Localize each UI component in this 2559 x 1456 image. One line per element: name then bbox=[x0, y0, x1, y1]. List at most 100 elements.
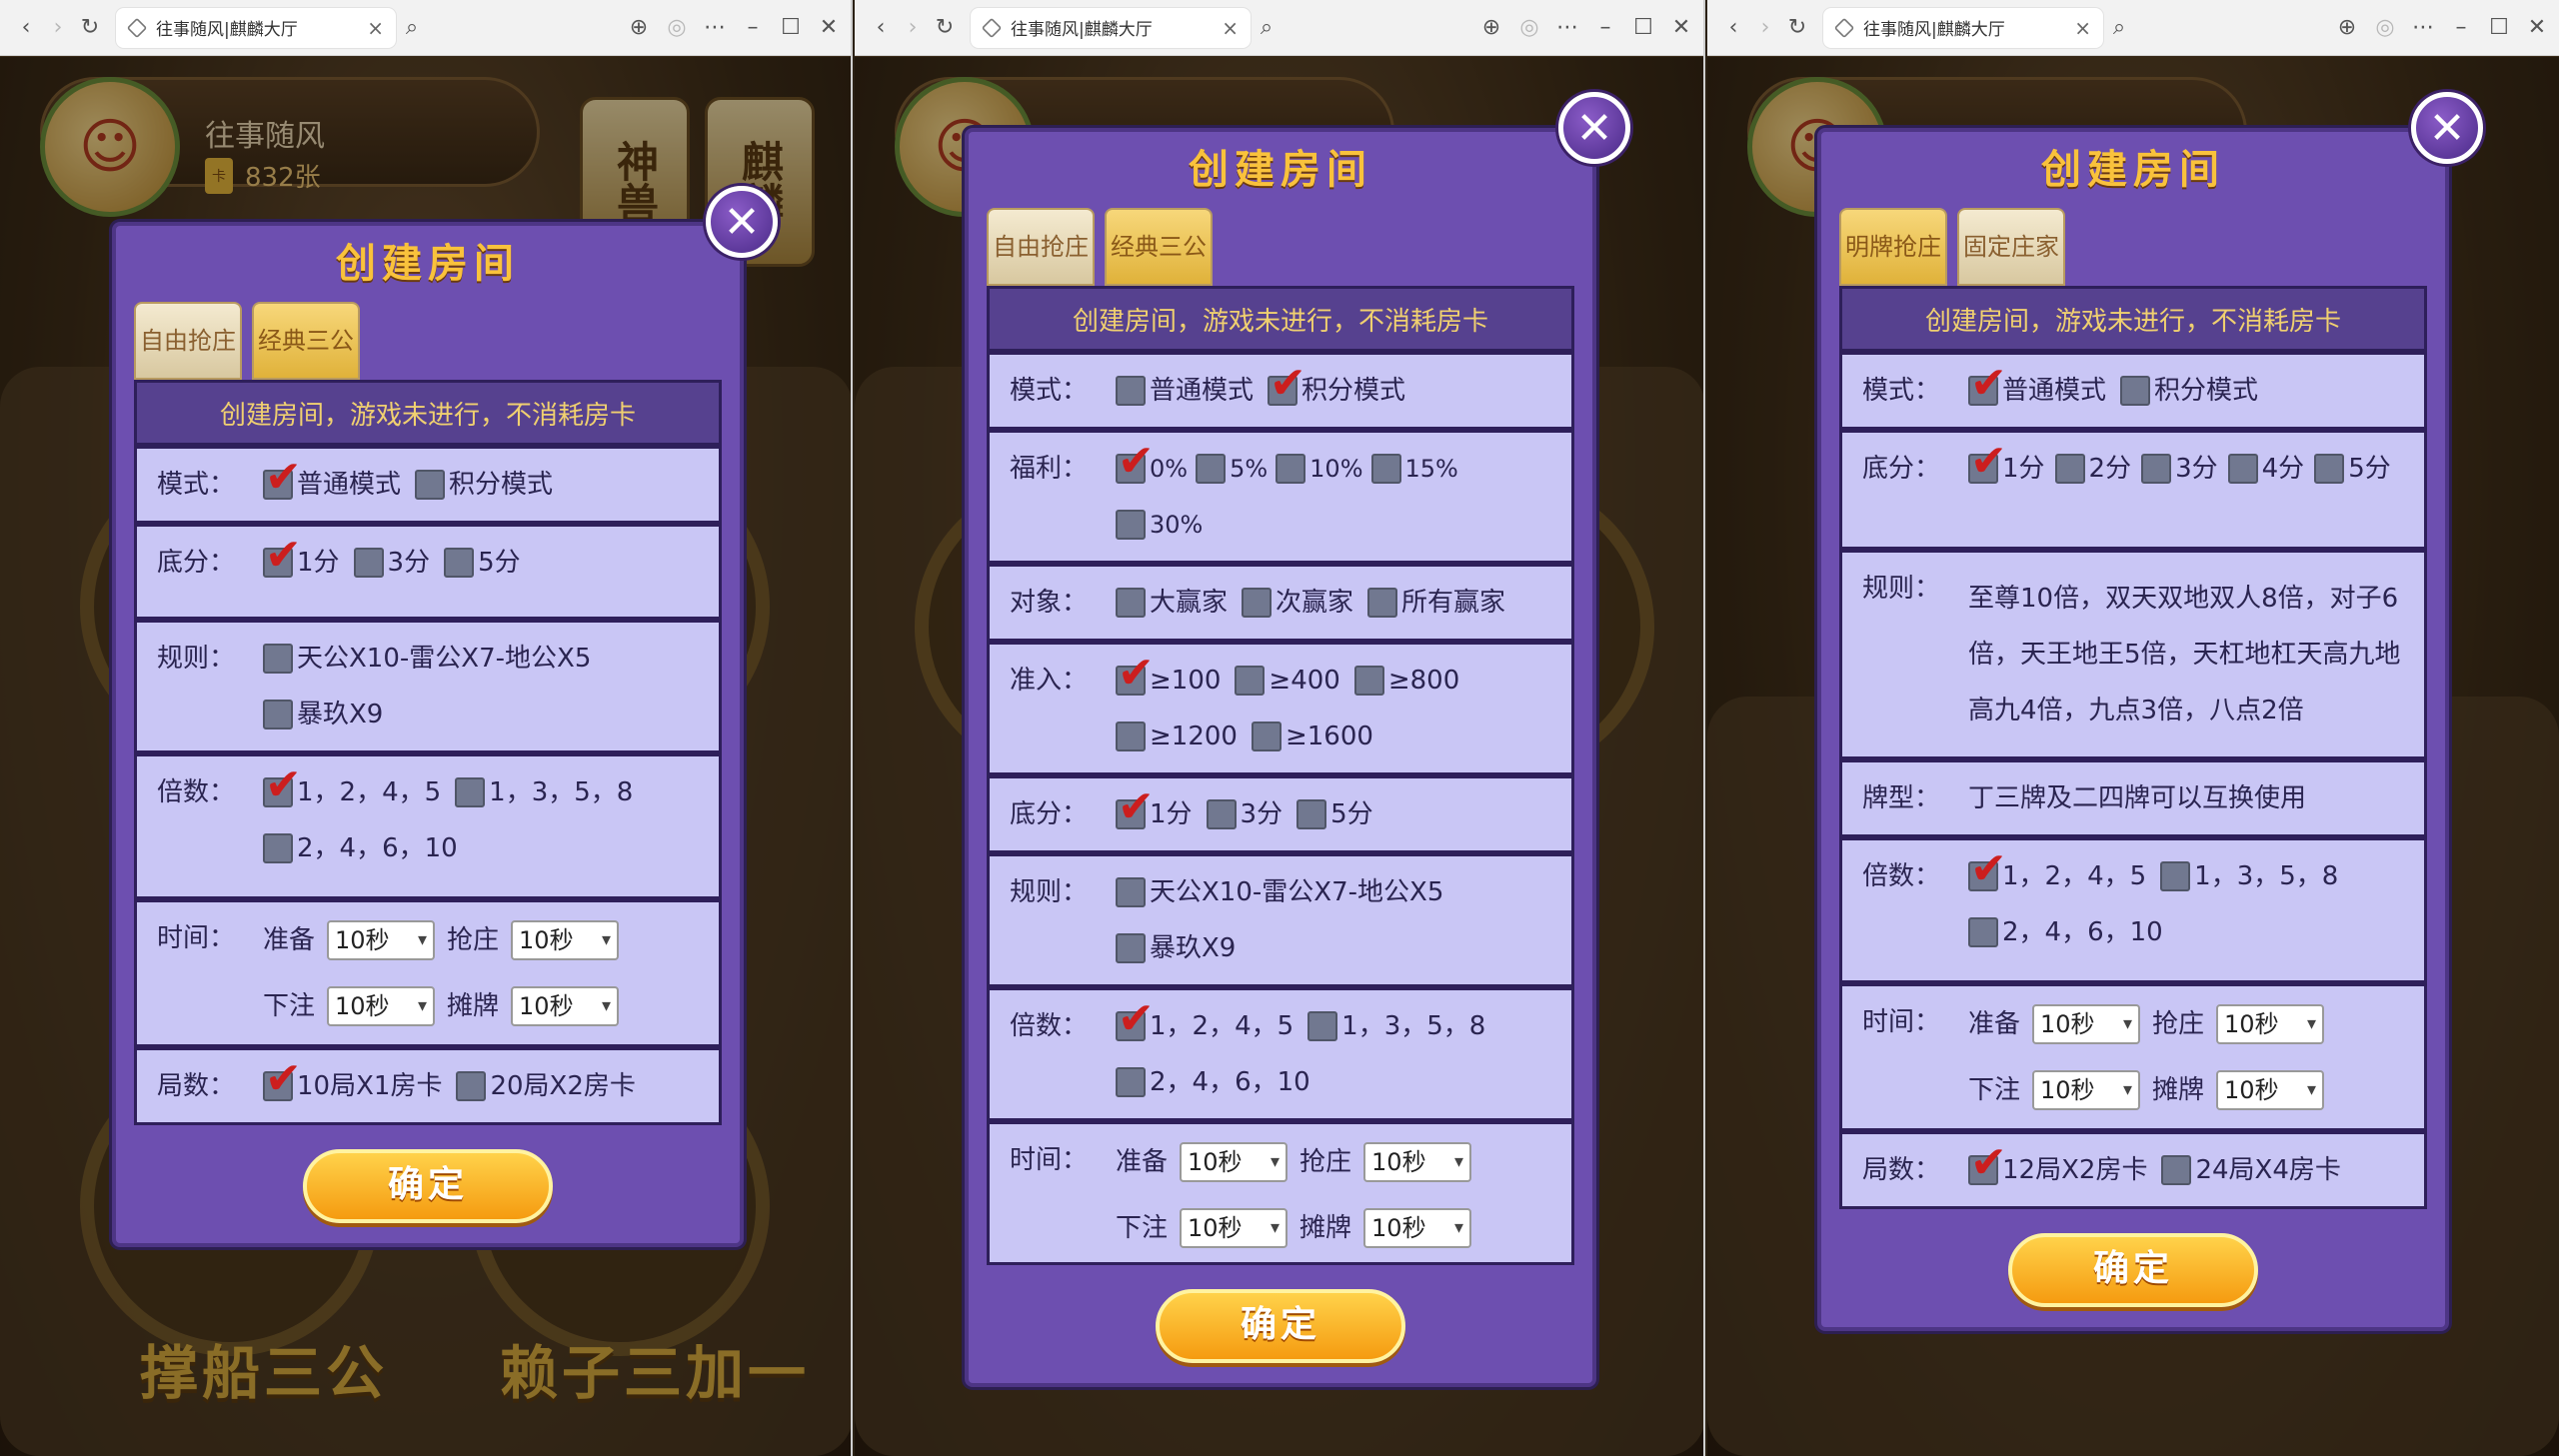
globe-icon[interactable]: ◎ bbox=[1513, 12, 1545, 44]
option-entry-1200[interactable]: ≥1200 bbox=[1116, 719, 1238, 754]
checkbox[interactable] bbox=[1242, 588, 1273, 618]
checkbox[interactable] bbox=[1196, 454, 1227, 484]
option-5[interactable]: 5分 bbox=[1296, 796, 1373, 832]
checkbox-checked[interactable] bbox=[1116, 440, 1155, 484]
checkbox[interactable] bbox=[2314, 454, 2345, 484]
confirm-button[interactable]: 确定 bbox=[303, 1149, 553, 1223]
confirm-button[interactable]: 确定 bbox=[1156, 1289, 1405, 1363]
option-welfare-30[interactable]: 30% bbox=[1116, 507, 1203, 543]
reload-icon[interactable]: ↻ bbox=[1781, 12, 1813, 44]
option-rounds-20[interactable]: 20局X2房卡 bbox=[456, 1068, 636, 1104]
checkbox[interactable] bbox=[353, 548, 384, 578]
checkbox-checked[interactable] bbox=[1968, 440, 2007, 484]
option-mult-2[interactable]: 1，3，5，8 bbox=[1307, 1008, 1485, 1044]
option-normal-mode[interactable]: 普通模式 bbox=[1968, 362, 2106, 409]
maximize-icon[interactable]: ☐ bbox=[1627, 12, 1659, 44]
checkbox[interactable] bbox=[2161, 1155, 2192, 1185]
checkbox[interactable] bbox=[2227, 454, 2258, 484]
bet-time-select[interactable]: 10秒 bbox=[2032, 1070, 2141, 1110]
option-entry-400[interactable]: ≥400 bbox=[1235, 663, 1340, 699]
reload-icon[interactable]: ↻ bbox=[929, 12, 961, 44]
checkbox[interactable] bbox=[1116, 376, 1146, 406]
option-mult-1[interactable]: 1，2，4，5 bbox=[263, 763, 441, 810]
forward-icon[interactable]: › bbox=[1749, 12, 1781, 44]
checkbox[interactable] bbox=[1206, 799, 1237, 829]
option-rounds-10[interactable]: 10局X1房卡 bbox=[263, 1057, 442, 1104]
option-2[interactable]: 2分 bbox=[2054, 451, 2131, 487]
checkbox-checked[interactable] bbox=[1968, 362, 2007, 406]
checkbox[interactable] bbox=[1276, 454, 1306, 484]
ready-time-select[interactable]: 10秒 bbox=[1180, 1142, 1288, 1182]
checkbox[interactable] bbox=[1235, 666, 1266, 696]
globe-icon[interactable]: ◎ bbox=[2369, 12, 2401, 44]
option-rule-1[interactable]: 天公X10-雷公X7-地公X5 bbox=[1116, 874, 1443, 910]
checkbox[interactable] bbox=[2160, 861, 2191, 891]
tab-free-rob[interactable]: 自由抢庄 bbox=[134, 302, 242, 380]
option-normal-mode[interactable]: 普通模式 bbox=[263, 456, 401, 503]
show-time-select[interactable]: 10秒 bbox=[511, 986, 620, 1026]
option-score-mode[interactable]: 积分模式 bbox=[1268, 362, 1405, 409]
checkbox[interactable] bbox=[1307, 1011, 1338, 1041]
checkbox[interactable] bbox=[456, 1071, 487, 1101]
option-mult-3[interactable]: 2，4，6，10 bbox=[263, 830, 458, 866]
search-icon[interactable]: ⌕ bbox=[1251, 12, 1282, 44]
rob-time-select[interactable]: 10秒 bbox=[1363, 1142, 1472, 1182]
checkbox[interactable] bbox=[2141, 454, 2172, 484]
globe-icon[interactable]: ◎ bbox=[661, 12, 693, 44]
option-rounds-12[interactable]: 12局X2房卡 bbox=[1968, 1141, 2147, 1188]
more-icon[interactable]: ⋯ bbox=[699, 12, 731, 44]
option-1[interactable]: 1分 bbox=[1968, 440, 2045, 487]
option-rule-2[interactable]: 暴玖X9 bbox=[263, 697, 383, 732]
option-1[interactable]: 1分 bbox=[263, 534, 340, 581]
checkbox[interactable] bbox=[1968, 917, 1998, 947]
option-1[interactable]: 1分 bbox=[1116, 785, 1193, 832]
checkbox[interactable] bbox=[444, 548, 475, 578]
checkbox[interactable] bbox=[1116, 510, 1146, 540]
option-rule-1[interactable]: 天公X10-雷公X7-地公X5 bbox=[263, 641, 591, 677]
minimize-icon[interactable]: – bbox=[737, 12, 769, 44]
option-rounds-24[interactable]: 24局X4房卡 bbox=[2161, 1152, 2341, 1188]
checkbox-checked[interactable] bbox=[263, 763, 302, 807]
download-icon[interactable]: ⊕ bbox=[1475, 12, 1507, 44]
checkbox-checked[interactable] bbox=[1116, 785, 1155, 829]
dialog-close-icon[interactable]: ✕ bbox=[1558, 92, 1630, 164]
option-mult-3[interactable]: 2，4，6，10 bbox=[1116, 1064, 1310, 1100]
checkbox[interactable] bbox=[1116, 933, 1146, 963]
option-4[interactable]: 4分 bbox=[2227, 451, 2304, 487]
option-rule-2[interactable]: 暴玖X9 bbox=[1116, 930, 1236, 966]
option-second-winner[interactable]: 次赢家 bbox=[1242, 585, 1353, 621]
ready-time-select[interactable]: 10秒 bbox=[327, 920, 436, 960]
option-mult-2[interactable]: 1，3，5，8 bbox=[2160, 858, 2338, 894]
ready-time-select[interactable]: 10秒 bbox=[2032, 1004, 2141, 1044]
option-5[interactable]: 5分 bbox=[2314, 451, 2391, 487]
checkbox[interactable] bbox=[455, 777, 486, 807]
show-time-select[interactable]: 10秒 bbox=[1363, 1208, 1472, 1248]
checkbox[interactable] bbox=[1367, 588, 1398, 618]
checkbox[interactable] bbox=[2120, 376, 2151, 406]
tab-close-icon[interactable]: × bbox=[1222, 16, 1239, 40]
tab-classic-sangong[interactable]: 经典三公 bbox=[1105, 208, 1213, 286]
browser-tab[interactable]: 往事随风|麒麟大厅 × bbox=[1823, 7, 2103, 48]
checkbox[interactable] bbox=[263, 700, 293, 729]
option-all-winners[interactable]: 所有赢家 bbox=[1367, 585, 1505, 621]
confirm-button[interactable]: 确定 bbox=[2008, 1233, 2258, 1307]
option-welfare-10[interactable]: 10% bbox=[1276, 451, 1363, 487]
checkbox[interactable] bbox=[1116, 588, 1146, 618]
option-3[interactable]: 3分 bbox=[1206, 796, 1282, 832]
back-icon[interactable]: ‹ bbox=[865, 12, 897, 44]
more-icon[interactable]: ⋯ bbox=[2407, 12, 2439, 44]
browser-tab[interactable]: 往事随风|麒麟大厅 × bbox=[971, 7, 1251, 48]
checkbox-checked[interactable] bbox=[1116, 997, 1155, 1041]
window-close-icon[interactable]: ✕ bbox=[813, 12, 845, 44]
checkbox-checked[interactable] bbox=[263, 1057, 302, 1101]
minimize-icon[interactable]: – bbox=[2445, 12, 2477, 44]
maximize-icon[interactable]: ☐ bbox=[2483, 12, 2515, 44]
more-icon[interactable]: ⋯ bbox=[1551, 12, 1583, 44]
checkbox-checked[interactable] bbox=[1116, 652, 1155, 696]
checkbox[interactable] bbox=[1251, 722, 1281, 751]
dialog-close-icon[interactable]: ✕ bbox=[706, 186, 778, 258]
option-entry-800[interactable]: ≥800 bbox=[1353, 663, 1459, 699]
checkbox[interactable] bbox=[1116, 1067, 1146, 1097]
option-entry-1600[interactable]: ≥1600 bbox=[1251, 719, 1373, 754]
option-mult-1[interactable]: 1，2，4，5 bbox=[1968, 847, 2146, 894]
